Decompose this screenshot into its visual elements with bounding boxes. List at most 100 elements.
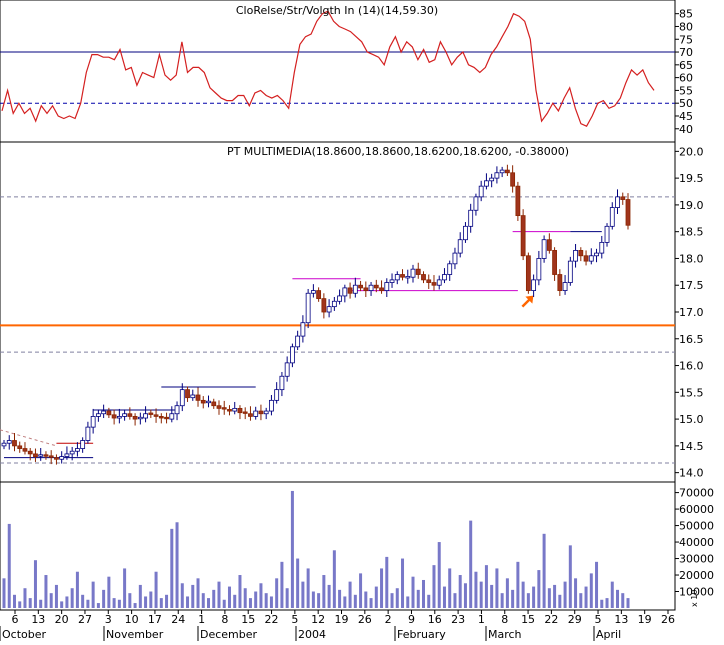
candle-body (221, 407, 227, 410)
candle-body (54, 457, 59, 460)
candle-body (263, 410, 269, 415)
candle-body (583, 255, 589, 262)
candle-body (415, 268, 421, 275)
candle-body (227, 409, 232, 412)
candle-body (541, 239, 547, 259)
candle-body (310, 290, 316, 294)
volume-bar (154, 571, 158, 608)
volume-bar (44, 575, 48, 608)
rsi-tick-label: 50 (679, 97, 693, 110)
volume-bar (395, 588, 399, 608)
candle-body (531, 279, 537, 291)
chart-canvas: 40455055606570758085 CloRelse/Str/Volgth… (0, 0, 714, 641)
x-day-label: 26 (358, 613, 372, 626)
candle-body (599, 241, 605, 254)
rsi-tick-label: 85 (679, 8, 693, 21)
x-month-label: March (488, 628, 522, 641)
candle-body (515, 185, 521, 217)
volume-bar (516, 561, 520, 608)
candle-body (557, 274, 563, 291)
volume-bar (248, 598, 252, 608)
volume-bar (233, 594, 237, 608)
candle-body (248, 413, 253, 417)
volume-bar (196, 578, 200, 608)
volume-bar (227, 586, 231, 608)
candle-body (573, 250, 578, 262)
volume-bar (626, 598, 630, 608)
candle-body (295, 335, 301, 348)
candle-body (510, 172, 516, 187)
candle-body (190, 394, 196, 399)
volume-bar (595, 561, 599, 608)
candle-body (279, 375, 285, 391)
x-day-label: 10 (125, 613, 139, 626)
candle-body (274, 389, 280, 401)
x-day-label: 5 (595, 613, 602, 626)
volume-bar (102, 589, 106, 608)
volume-bar (222, 599, 226, 608)
candle-body (59, 456, 65, 460)
candle-body (6, 440, 12, 444)
volume-bar (432, 565, 436, 608)
time-axis: 6 13 20 27 3 10 17 24 1 8 15 22 5 12 19 26 2 9 16 23 1 8 15 22 2… (0, 610, 675, 641)
volume-bar (285, 588, 289, 608)
volume-bar (416, 589, 420, 608)
x-day-label: 13 (614, 613, 628, 626)
volume-bar (574, 578, 578, 608)
x-day-label: 2 (385, 613, 392, 626)
volume-bar (343, 596, 347, 608)
candle-body (363, 287, 369, 291)
rsi-tick-label: 80 (679, 20, 693, 33)
candle-body (1, 442, 7, 447)
volume-bar (353, 594, 357, 608)
stock-chart: 40 45 50 55 60 65 70 75 80 85 CloRelse/Str/Volgth… (0, 0, 724, 641)
volume-tick-label: 70000 (679, 487, 714, 500)
candle-body (253, 410, 259, 417)
volume-bar (144, 596, 148, 608)
price-tick-label: 14.5 (679, 440, 704, 453)
candle-body (284, 362, 290, 377)
price-tick-label: 16.5 (679, 333, 704, 346)
candle-body (101, 410, 107, 415)
volume-bar (547, 588, 551, 608)
candle-body (111, 414, 117, 419)
price-tick-label: 18.0 (679, 252, 704, 265)
volume-bar (7, 523, 11, 608)
candle-body (106, 410, 112, 416)
candle-body (400, 274, 405, 278)
volume-bar (191, 584, 195, 608)
x-day-label: 17 (148, 613, 162, 626)
candle-body (95, 413, 101, 417)
volume-bar (133, 603, 137, 608)
candle-body (179, 389, 185, 407)
candle-body (504, 169, 510, 174)
candle-body (195, 394, 201, 401)
volume-bar (589, 573, 593, 608)
candle-body (316, 290, 322, 300)
volume-axis-multiplier: x 10 (690, 590, 699, 607)
candle-body (489, 177, 495, 182)
volume-tick-label: 50000 (679, 520, 714, 533)
volume-bar (385, 556, 389, 608)
candle-body (127, 413, 133, 417)
candle-body (69, 450, 75, 455)
volume-bar (290, 490, 294, 608)
candle-body (609, 207, 615, 227)
volume-bar (526, 593, 530, 608)
volume-bar (280, 561, 284, 608)
volume-bar (600, 599, 604, 608)
candle-body (615, 196, 620, 208)
volume-bar (469, 520, 473, 608)
volume-tick-label: 60000 (679, 503, 714, 516)
x-day-label: 24 (171, 613, 185, 626)
candle-body (300, 322, 306, 337)
candle-body (211, 401, 217, 407)
candle-body (43, 454, 49, 457)
candle-body (552, 250, 557, 275)
volume-bar (521, 581, 525, 608)
price-tick-label: 14.0 (679, 467, 704, 480)
candle-body (326, 306, 332, 313)
volume-bar (369, 598, 373, 608)
candle-body (22, 448, 28, 452)
volume-bar (558, 594, 562, 608)
